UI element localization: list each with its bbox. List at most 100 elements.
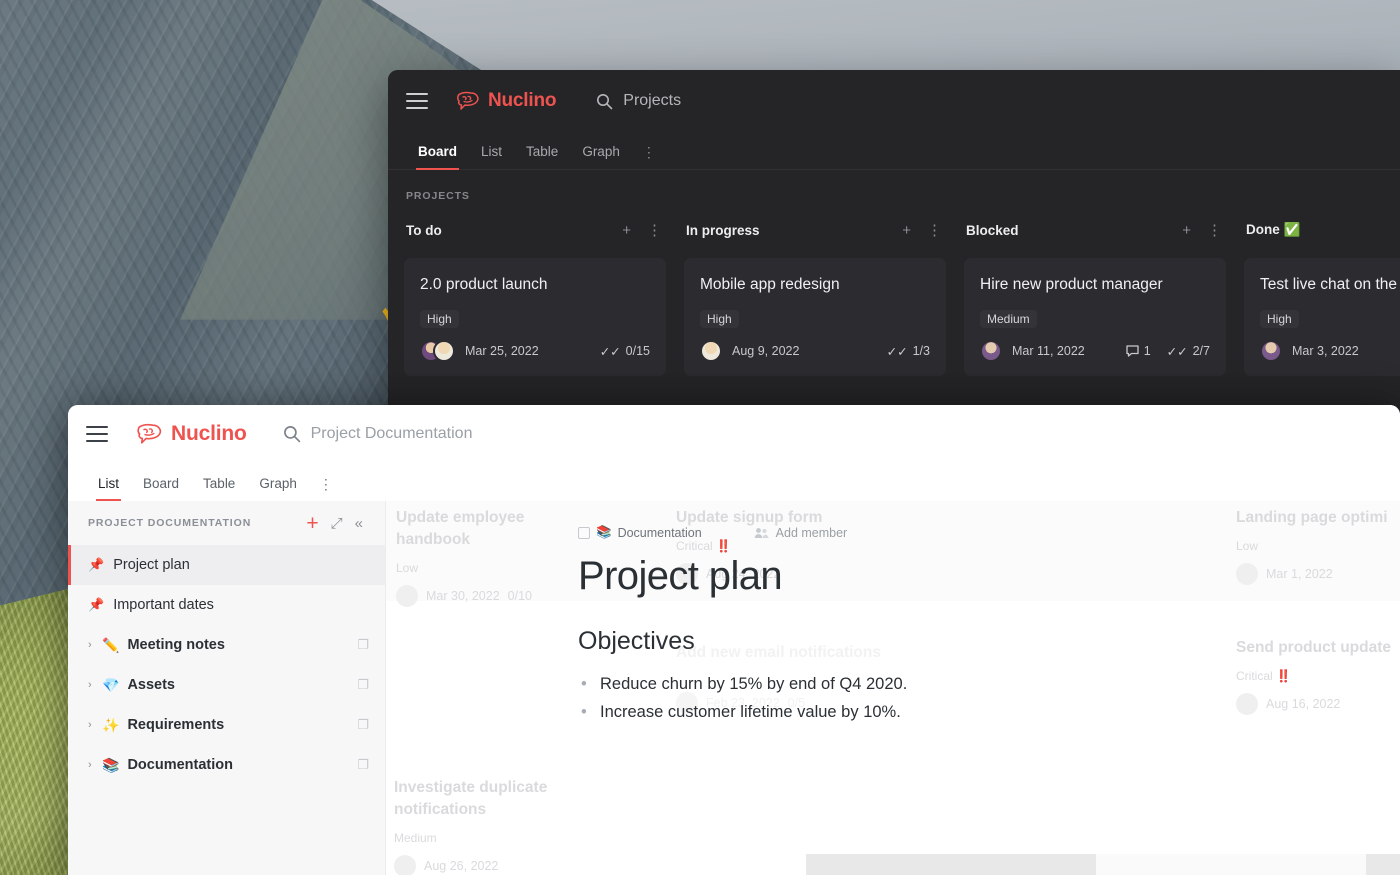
gantt-chart-embed[interactable]: Concepts Brand Design Design Refinement (806, 854, 1400, 875)
sidebar-item-label: Project plan (113, 557, 190, 573)
column-kebab-icon[interactable]: ⋮ (1199, 223, 1230, 238)
tab-table[interactable]: Table (191, 476, 247, 501)
search-icon (283, 426, 300, 443)
document-content: 📚 Documentation Add member Project plan … (386, 501, 1400, 726)
card-title: Test live chat on the w (1260, 276, 1400, 293)
board-card[interactable]: Mobile app redesign High Aug 9, 2022 ✓✓ … (684, 258, 946, 376)
tab-list[interactable]: List (86, 476, 131, 501)
add-card-plus-icon[interactable]: + (614, 223, 639, 238)
chevron-right-icon[interactable]: › (88, 639, 100, 651)
sidebar-item-requirements[interactable]: › ✨ Requirements ❐ (68, 705, 385, 745)
double-check-icon: ✓✓ (1166, 344, 1188, 359)
card-date: Aug 9, 2022 (732, 344, 800, 358)
card-comments: 1 (1126, 344, 1151, 358)
column-kebab-icon[interactable]: ⋮ (919, 223, 950, 238)
sidebar-item-label: Assets (127, 677, 175, 693)
sidebar-item-important-dates[interactable]: 📌 Important dates (68, 585, 385, 625)
duplicate-icon[interactable]: ❐ (357, 717, 369, 733)
sidebar-item-assets[interactable]: › 💎 Assets ❐ (68, 665, 385, 705)
board-column-in-progress: In progress + ⋮ Mobile app redesign High… (684, 218, 964, 390)
avatar-group (420, 340, 455, 362)
sidebar-item-meeting-notes[interactable]: › ✏️ Meeting notes ❐ (68, 625, 385, 665)
tabs-more-kebab-icon[interactable]: ⋮ (632, 145, 667, 169)
document-heading-objectives: Objectives (578, 627, 695, 655)
board-card[interactable]: Test live chat on the w High Mar 3, 2022 (1244, 258, 1400, 376)
search-icon (597, 93, 613, 109)
card-meta: Mar 3, 2022 (1260, 340, 1400, 362)
tab-table[interactable]: Table (514, 144, 570, 169)
nuclino-logo[interactable]: Nuclino (456, 90, 556, 112)
card-tasks: ✓✓ 2/7 (1167, 344, 1210, 359)
avatar (433, 340, 455, 362)
add-card-plus-icon[interactable]: + (1174, 223, 1199, 238)
front-window-tabs: List Board Table Graph ⋮ (68, 463, 1400, 501)
add-member-button[interactable]: Add member (754, 525, 848, 540)
breadcrumb: 📚 Documentation Add member (386, 525, 1400, 540)
chevron-right-icon[interactable]: › (88, 719, 100, 731)
avatar (700, 340, 722, 362)
column-title: To do (406, 222, 442, 238)
tab-board[interactable]: Board (131, 476, 191, 501)
ghost-card-title: Investigate duplicate notifications (394, 779, 548, 818)
pin-icon: 📌 (88, 597, 105, 612)
books-icon: 📚 (102, 756, 120, 773)
objectives-list: Reduce churn by 15% by end of Q4 2020. I… (386, 670, 1400, 726)
breadcrumb-parent[interactable]: 📚 Documentation (578, 525, 702, 540)
kanban-board: To do + ⋮ 2.0 product launch High Mar 25… (388, 202, 1400, 390)
tab-board[interactable]: Board (406, 144, 469, 170)
duplicate-icon[interactable]: ❐ (357, 677, 369, 693)
card-priority-badge: High (700, 310, 739, 328)
duplicate-icon[interactable]: ❐ (357, 757, 369, 773)
hamburger-menu-icon[interactable] (86, 426, 108, 442)
chevron-right-icon[interactable]: › (88, 759, 100, 771)
gantt-band (1366, 854, 1400, 875)
sidebar-item-documentation[interactable]: › 📚 Documentation ❐ (68, 745, 385, 785)
nuclino-wordmark: Nuclino (488, 90, 557, 111)
front-window-topbar: Nuclino Project Documentation (68, 405, 1400, 463)
board-card[interactable]: Hire new product manager Medium Mar 11, … (964, 258, 1226, 376)
sidebar: PROJECT DOCUMENTATION + ⤢ « 📌 Project pl… (68, 501, 386, 875)
card-meta: Aug 9, 2022 ✓✓ 1/3 (700, 340, 930, 362)
card-meta: Mar 11, 2022 1 ✓✓ 2/7 (980, 340, 1210, 362)
column-title: Blocked (966, 222, 1019, 238)
tab-graph[interactable]: Graph (570, 144, 632, 169)
column-header: To do + ⋮ (404, 218, 684, 242)
search-bar[interactable]: Projects (596, 92, 681, 110)
collapse-sidebar-icon[interactable]: « (349, 516, 369, 531)
column-kebab-icon[interactable]: ⋮ (639, 223, 670, 238)
sidebar-item-label: Meeting notes (127, 637, 225, 653)
add-card-plus-icon[interactable]: + (894, 223, 919, 238)
nuclino-logo[interactable]: Nuclino (136, 422, 247, 446)
sidebar-header-label: PROJECT DOCUMENTATION (88, 517, 252, 529)
ghost-card: Investigate duplicate notifications Medi… (394, 777, 584, 875)
avatar-group (700, 340, 722, 362)
sidebar-header: PROJECT DOCUMENTATION + ⤢ « (68, 501, 385, 545)
board-card[interactable]: 2.0 product launch High Mar 25, 2022 ✓✓ … (404, 258, 666, 376)
tab-graph[interactable]: Graph (247, 476, 309, 501)
pencil-icon: ✏️ (102, 636, 120, 653)
card-tasks: ✓✓ 0/15 (600, 344, 650, 359)
nuclino-brain-logo (137, 423, 162, 444)
add-member-label: Add member (775, 525, 848, 540)
column-header: Blocked + ⋮ (964, 218, 1244, 242)
board-section-label: PROJECTS (406, 190, 470, 202)
document-pane: Update employee handbook Low Mar 30, 202… (386, 501, 1400, 875)
chevron-right-icon[interactable]: › (88, 679, 100, 691)
sidebar-item-label: Requirements (127, 717, 225, 733)
add-item-plus-icon[interactable]: + (300, 513, 324, 534)
card-meta: Mar 25, 2022 ✓✓ 0/15 (420, 340, 650, 362)
ghost-card-date: Aug 26, 2022 (424, 859, 499, 873)
search-bar[interactable]: Project Documentation (283, 425, 472, 443)
duplicate-icon[interactable]: ❐ (357, 637, 369, 653)
hamburger-menu-icon[interactable] (406, 93, 428, 109)
card-date: Mar 25, 2022 (465, 344, 539, 358)
expand-icon[interactable]: ⤢ (325, 516, 349, 531)
card-priority-badge: High (420, 310, 459, 328)
board-column-blocked: Blocked + ⋮ Hire new product manager Med… (964, 218, 1244, 390)
tab-list[interactable]: List (469, 144, 514, 169)
avatar (1260, 340, 1282, 362)
sidebar-item-project-plan[interactable]: 📌 Project plan (68, 545, 385, 585)
card-date: Mar 11, 2022 (1012, 344, 1085, 358)
tabs-more-kebab-icon[interactable]: ⋮ (309, 477, 343, 501)
card-priority-badge: Medium (980, 310, 1037, 328)
